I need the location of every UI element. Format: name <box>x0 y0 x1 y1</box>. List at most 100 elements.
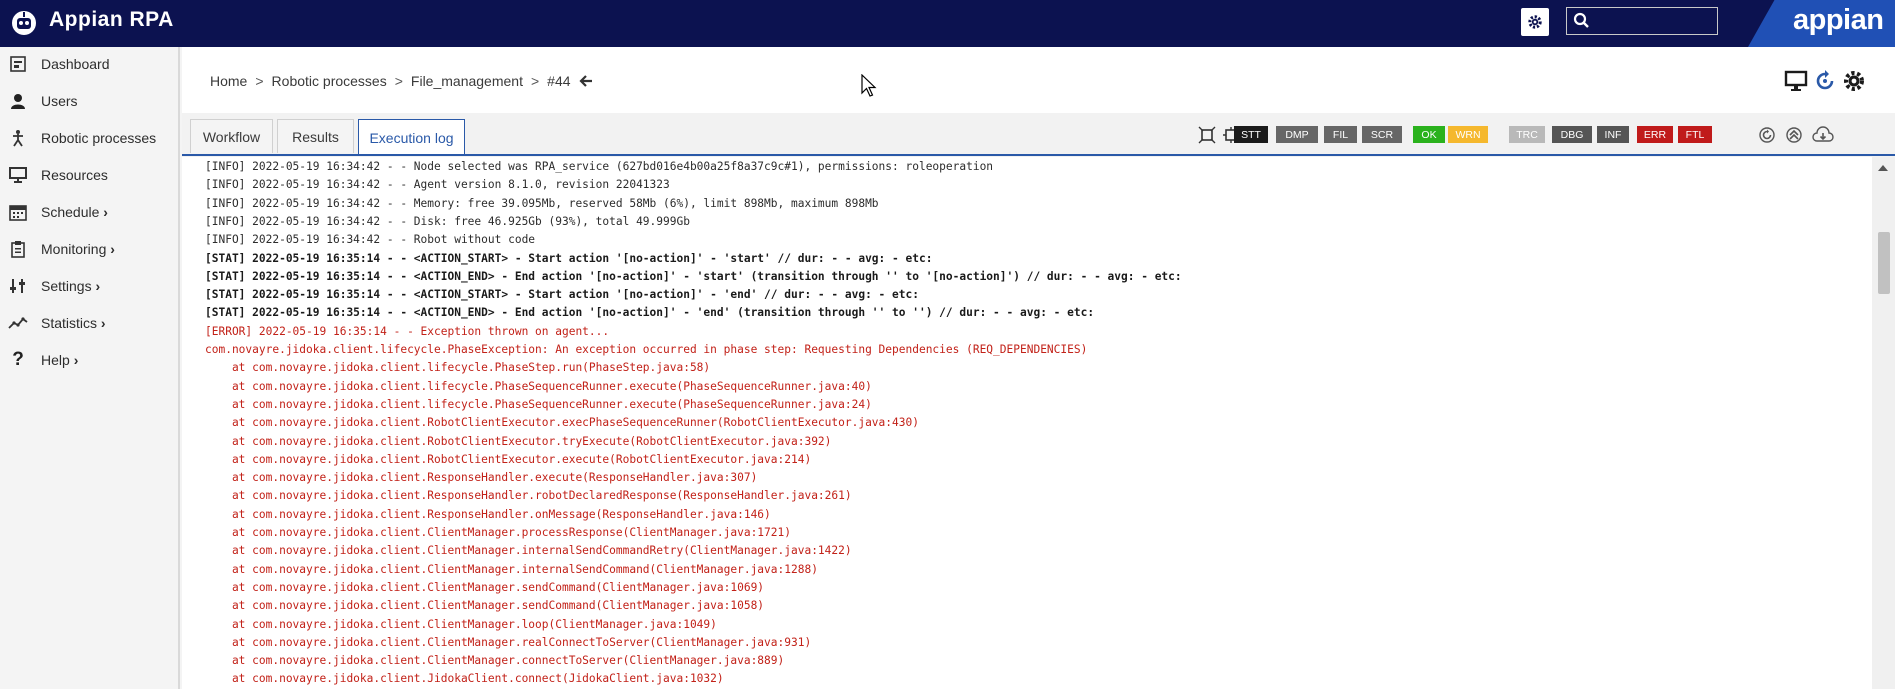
tab-execution-log[interactable]: Execution log <box>358 119 465 156</box>
log-line: at com.novayre.jidoka.client.ClientManag… <box>205 635 812 649</box>
log-line: [INFO] 2022-05-19 16:34:42 - - Memory: f… <box>205 196 879 210</box>
filter-chip-err[interactable]: ERR <box>1637 126 1673 143</box>
sidebar-item-label: Monitoring › <box>41 241 115 257</box>
log-line: at com.novayre.jidoka.client.ClientManag… <box>205 580 765 594</box>
filter-chip-wrn[interactable]: WRN <box>1448 126 1488 143</box>
breadcrumb-robotic-processes[interactable]: Robotic processes <box>272 73 387 89</box>
log-line: at com.novayre.jidoka.client.ClientManag… <box>205 654 785 668</box>
sliders-icon <box>8 276 28 296</box>
monitor-icon[interactable] <box>1784 69 1808 93</box>
log-line: [INFO] 2022-05-19 16:34:42 - - Agent ver… <box>205 178 670 192</box>
chart-line-icon <box>8 313 28 333</box>
tab-label: Results <box>292 128 339 145</box>
breadcrumb-separator: > <box>530 73 540 89</box>
sidebar-item-label: Help › <box>41 352 79 368</box>
filter-chip-stt[interactable]: STT <box>1234 126 1268 143</box>
dashboard-icon <box>8 54 28 74</box>
header-actions <box>1784 69 1866 93</box>
top-bar: Appian RPA appian <box>0 0 1895 47</box>
robot-icon <box>8 128 28 148</box>
sidebar-item-monitoring[interactable]: Monitoring › <box>0 234 178 264</box>
log-line: at com.novayre.jidoka.client.RobotClient… <box>205 434 832 448</box>
reload-icon[interactable] <box>1758 126 1776 144</box>
log-line: at com.novayre.jidoka.client.lifecycle.P… <box>205 379 872 393</box>
sidebar-item-schedule[interactable]: Schedule › <box>0 197 178 227</box>
log-line: at com.novayre.jidoka.client.ClientManag… <box>205 526 791 539</box>
scroll-up-icon[interactable] <box>1878 165 1888 171</box>
breadcrumb: Home > Robotic processes > File_manageme… <box>210 73 593 89</box>
log-line: at com.novayre.jidoka.client.ResponseHan… <box>205 489 852 503</box>
log-line: at com.novayre.jidoka.client.ClientManag… <box>205 599 765 613</box>
log-line: com.novayre.jidoka.client.lifecycle.Phas… <box>205 343 1088 356</box>
sidebar-item-dashboard[interactable]: Dashboard <box>0 49 178 79</box>
tab-label: Workflow <box>202 128 261 145</box>
robot-logo-icon <box>12 11 36 35</box>
log-line: at com.novayre.jidoka.client.RobotClient… <box>205 452 812 466</box>
main-content: Home > Robotic processes > File_manageme… <box>182 47 1895 689</box>
sidebar-item-label: Robotic processes <box>41 130 157 146</box>
log-line: at com.novayre.jidoka.client.ResponseHan… <box>205 507 771 521</box>
log-line: at com.novayre.jidoka.client.ClientManag… <box>205 562 818 576</box>
monitor-icon <box>8 165 28 185</box>
breadcrumb-execution-id: #44 <box>547 73 571 89</box>
log-line: at com.novayre.jidoka.client.ResponseHan… <box>205 471 758 485</box>
tab-label: Execution log <box>369 130 454 146</box>
log-line: at com.novayre.jidoka.client.lifecycle.P… <box>205 361 711 375</box>
sidebar-item-help[interactable]: ? Help › <box>0 345 178 375</box>
mouse-cursor-icon <box>861 74 877 97</box>
log-line: at com.novayre.jidoka.client.lifecycle.P… <box>205 397 872 411</box>
refresh-icon[interactable] <box>1813 69 1837 93</box>
execution-log-output[interactable]: [INFO] 2022-05-19 16:34:42 - - Node sele… <box>182 157 1872 689</box>
filter-chip-fil[interactable]: FIL <box>1324 126 1357 143</box>
log-line: [INFO] 2022-05-19 16:34:42 - - Disk: fre… <box>205 214 690 228</box>
scroll-top-icon[interactable] <box>1785 126 1803 144</box>
tab-workflow[interactable]: Workflow <box>190 119 273 153</box>
filter-chip-ok[interactable]: OK <box>1413 126 1445 143</box>
log-scrollbar[interactable] <box>1872 157 1895 689</box>
log-line: [STAT] 2022-05-19 16:35:14 - - <ACTION_S… <box>205 288 919 302</box>
user-icon <box>8 91 28 111</box>
settings-gear-button[interactable] <box>1521 8 1549 36</box>
calendar-icon <box>8 202 28 222</box>
arrow-left-icon[interactable] <box>578 74 593 88</box>
expand-all-icon[interactable] <box>1198 126 1216 144</box>
search-input[interactable] <box>1566 7 1718 35</box>
log-line: at com.novayre.jidoka.client.RobotClient… <box>205 416 919 430</box>
gear-icon[interactable] <box>1842 69 1866 93</box>
scroll-thumb[interactable] <box>1878 232 1890 294</box>
filter-chip-inf[interactable]: INF <box>1597 126 1629 143</box>
log-line: at com.novayre.jidoka.client.ClientManag… <box>205 544 852 558</box>
log-line: at com.novayre.jidoka.client.ClientManag… <box>205 617 717 631</box>
page-header: Home > Robotic processes > File_manageme… <box>182 47 1895 113</box>
filter-chip-trc[interactable]: TRC <box>1509 126 1545 143</box>
filter-chip-scr[interactable]: SCR <box>1362 126 1402 143</box>
sidebar-item-label: Dashboard <box>41 56 110 72</box>
filter-chip-dmp[interactable]: DMP <box>1276 126 1318 143</box>
breadcrumb-file-management[interactable]: File_management <box>411 73 523 89</box>
sidebar-item-label: Users <box>41 93 78 109</box>
filter-chip-dbg[interactable]: DBG <box>1552 126 1592 143</box>
sidebar-item-label: Settings › <box>41 278 101 294</box>
sidebar-item-resources[interactable]: Resources <box>0 160 178 190</box>
breadcrumb-home[interactable]: Home <box>210 73 247 89</box>
sidebar-item-label: Schedule › <box>41 204 108 220</box>
sidebar-item-users[interactable]: Users <box>0 86 178 116</box>
cloud-download-icon[interactable] <box>1812 126 1834 144</box>
search-icon <box>1573 12 1589 28</box>
sidebar-item-robotic-processes[interactable]: Robotic processes <box>0 123 178 153</box>
log-line: at com.novayre.jidoka.client.JidokaClien… <box>205 672 724 686</box>
tab-underline <box>182 154 1895 156</box>
breadcrumb-separator: > <box>255 73 264 89</box>
breadcrumb-separator: > <box>394 73 403 89</box>
sidebar-item-label: Statistics › <box>41 315 106 331</box>
gear-icon <box>1528 15 1542 29</box>
sidebar-item-label: Resources <box>41 167 108 183</box>
sidebar-item-statistics[interactable]: Statistics › <box>0 308 178 338</box>
app-title: Appian RPA <box>49 8 174 31</box>
log-line: [INFO] 2022-05-19 16:34:42 - - Robot wit… <box>205 233 536 247</box>
sidebar-item-settings[interactable]: Settings › <box>0 271 178 301</box>
log-line: [STAT] 2022-05-19 16:35:14 - - <ACTION_E… <box>205 269 1182 283</box>
tab-results[interactable]: Results <box>277 119 354 153</box>
filter-chip-ftl[interactable]: FTL <box>1678 126 1712 143</box>
log-line: [STAT] 2022-05-19 16:35:14 - - <ACTION_S… <box>205 251 933 265</box>
